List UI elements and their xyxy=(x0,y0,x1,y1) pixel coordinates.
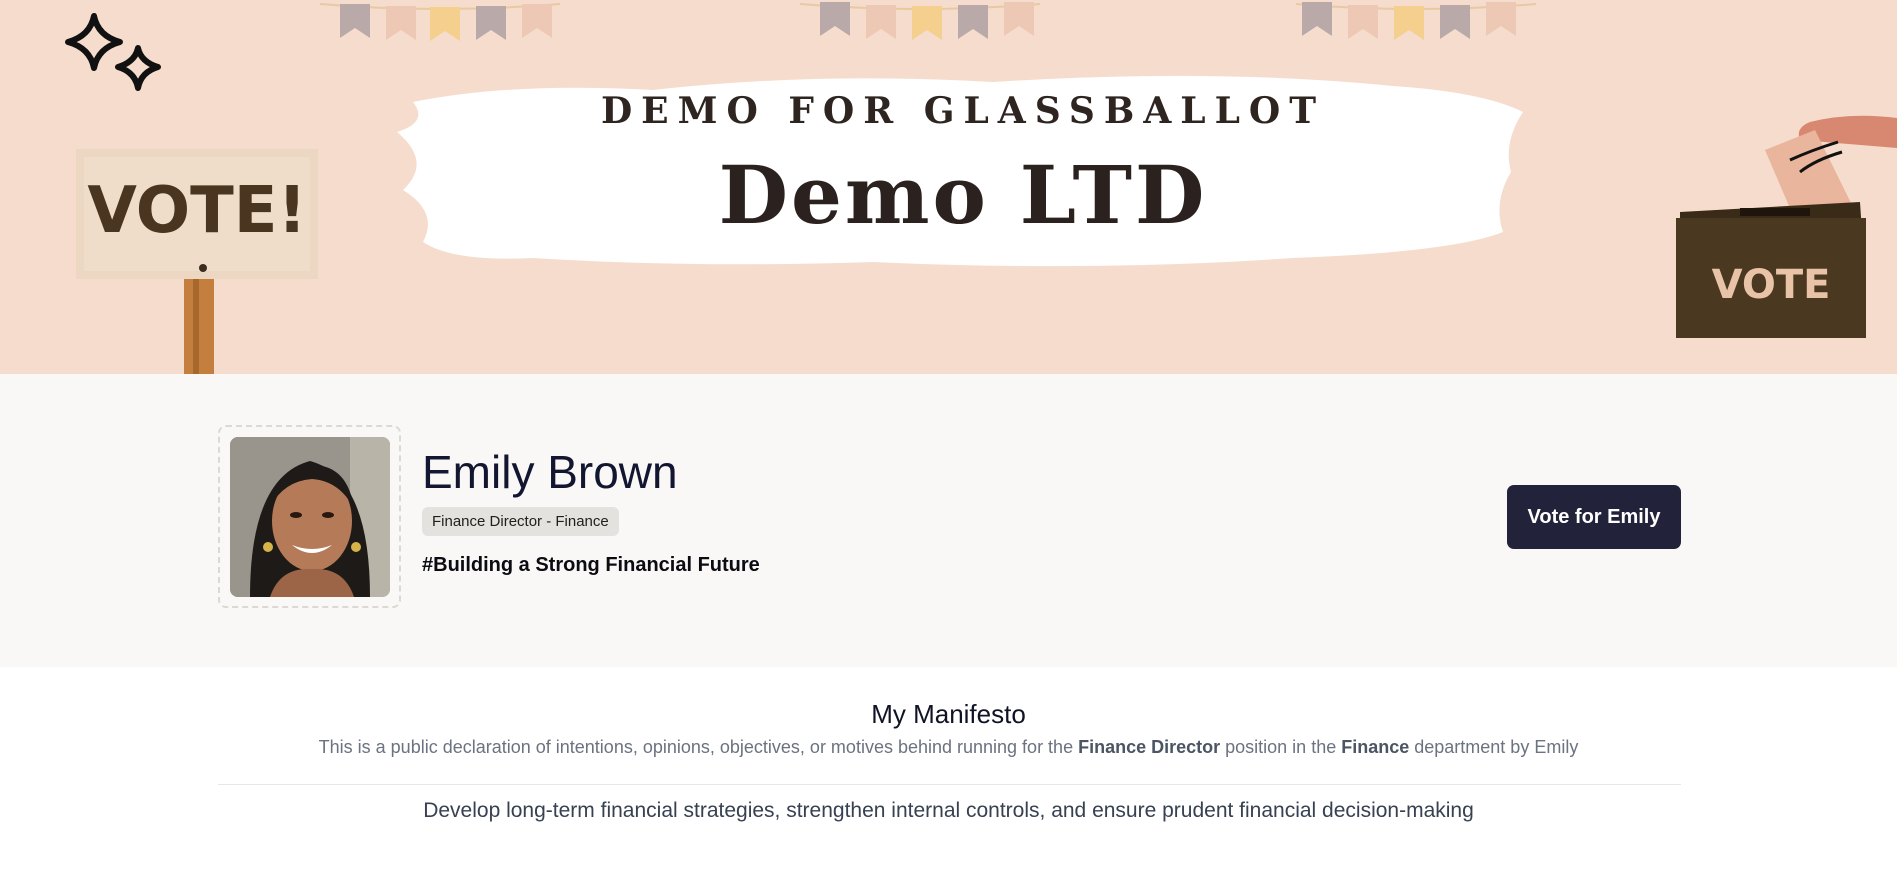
manifesto-heading: My Manifesto xyxy=(871,699,1026,729)
desc-prefix: This is a public declaration of intentio… xyxy=(318,737,1079,757)
avatar xyxy=(230,437,390,597)
vote-sign-text: VOTE! xyxy=(87,174,306,248)
banner-subtitle: DEMO FOR GLASSBALLOT xyxy=(600,90,1326,132)
sparkle-icon xyxy=(65,13,161,91)
vote-sign: VOTE! xyxy=(76,149,318,374)
desc-middle: position in the xyxy=(1220,737,1342,757)
banner-text: DEMO FOR GLASSBALLOT Demo LTD xyxy=(393,62,1533,272)
header-banner: VOTE! VOTE DEMO FOR GLASSBALLOT Demo LTD xyxy=(0,0,1897,374)
banner-title: Demo LTD xyxy=(718,148,1208,242)
manifesto-section: My Manifesto This is a public declaratio… xyxy=(0,667,1897,872)
role-badge: Finance Director - Finance xyxy=(422,507,619,536)
desc-department: Finance xyxy=(1341,737,1410,757)
bunting-left xyxy=(319,3,561,41)
manifesto-statement: Develop long-term financial strategies, … xyxy=(423,799,1474,822)
ballot-box-text: VOTE xyxy=(1712,262,1831,308)
vote-button[interactable]: Vote for Emily xyxy=(1507,485,1681,549)
divider xyxy=(218,784,1681,785)
candidate-profile: Emily Brown Finance Director - Finance #… xyxy=(0,374,1897,667)
bunting-right xyxy=(1295,2,1537,40)
desc-position: Finance Director xyxy=(1078,737,1221,757)
desc-suffix: department by Emily xyxy=(1409,737,1579,757)
manifesto-description: This is a public declaration of intentio… xyxy=(0,737,1897,758)
ballot-box: VOTE xyxy=(1676,115,1897,338)
candidate-photo-frame xyxy=(218,425,401,608)
bunting-center xyxy=(799,2,1041,40)
candidate-slogan: #Building a Strong Financial Future xyxy=(422,554,760,576)
candidate-name: Emily Brown xyxy=(422,446,678,498)
candidate-photo xyxy=(230,437,390,597)
